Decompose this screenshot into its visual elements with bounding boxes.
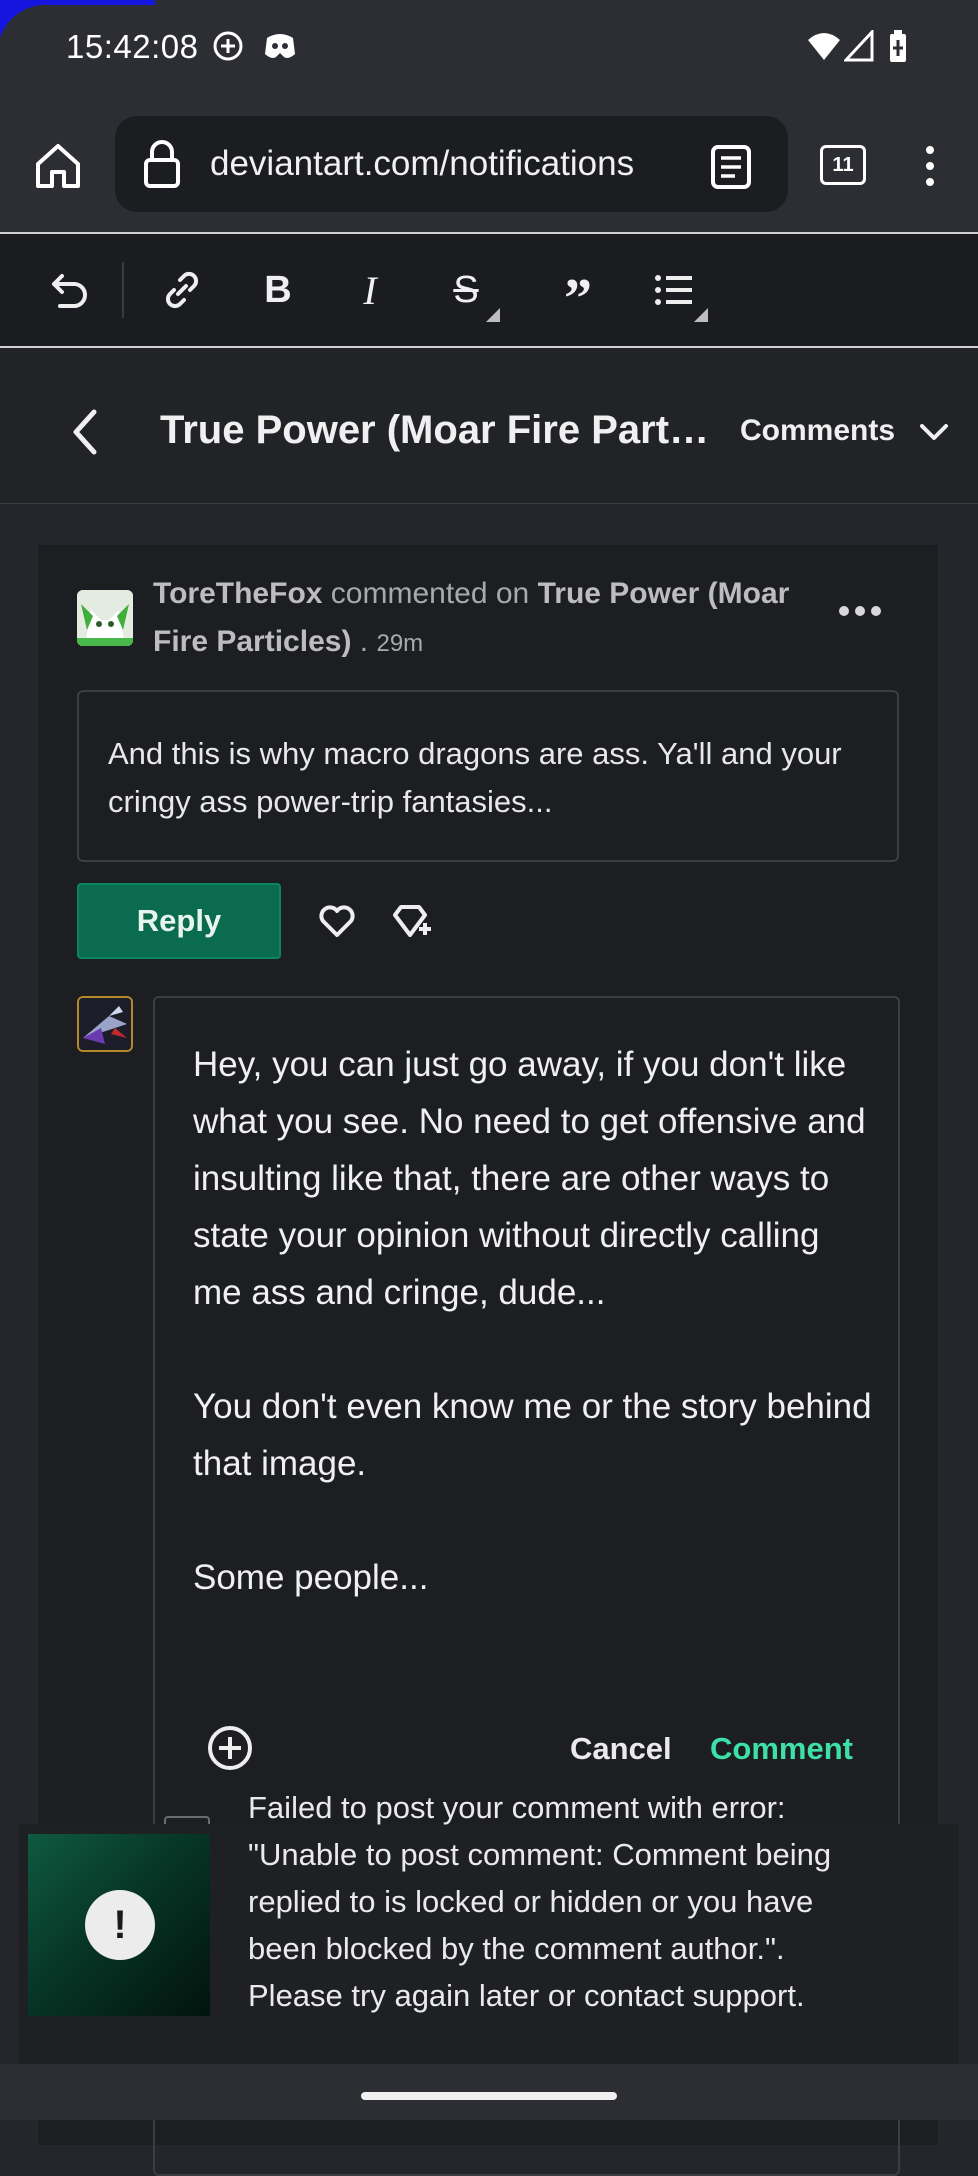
home-icon[interactable] — [32, 140, 84, 192]
status-time: 15:42:08 — [66, 28, 199, 65]
dropdown-corner-icon — [486, 308, 500, 322]
award-badge-icon[interactable] — [393, 903, 435, 939]
undo-icon — [52, 274, 87, 308]
toast-message: Failed to post your comment with error: … — [248, 1790, 832, 2013]
discord-icon — [265, 34, 295, 58]
toolbar-divider — [122, 262, 124, 318]
separator-dot: . — [359, 625, 369, 658]
notification-summary: ToreTheFox commented on True Power (Moar… — [153, 570, 793, 668]
comment-text: And this is why macro dragons are ass. Y… — [108, 736, 842, 819]
wifi-icon — [808, 33, 840, 60]
tab-switcher-button[interactable]: 11 — [820, 145, 866, 185]
bold-button[interactable]: B — [252, 264, 304, 316]
url-text[interactable]: deviantart.com/notifications — [210, 144, 634, 184]
cell-signal-icon — [844, 30, 874, 62]
undo-button[interactable] — [44, 264, 96, 316]
back-arrow-icon[interactable] — [66, 404, 102, 460]
reader-mode-icon[interactable] — [710, 144, 752, 190]
gesture-handle[interactable] — [361, 2092, 617, 2100]
heart-icon[interactable] — [318, 903, 356, 939]
more-horizontal-icon[interactable] — [838, 604, 882, 618]
alert-icon: ! — [85, 1890, 155, 1960]
list-button[interactable] — [648, 264, 708, 322]
reply-button[interactable]: Reply — [77, 883, 281, 959]
chevron-down-icon[interactable] — [918, 420, 950, 444]
quote-button[interactable]: ” — [552, 264, 604, 330]
italic-button[interactable]: I — [344, 264, 396, 316]
strikethrough-button[interactable]: S — [440, 264, 500, 322]
more-options-icon[interactable] — [920, 144, 940, 188]
own-avatar[interactable] — [77, 996, 133, 1052]
username-link[interactable]: ToreTheFox — [153, 577, 322, 610]
comments-dropdown[interactable]: Comments — [740, 414, 895, 448]
comment-submit-button[interactable]: Comment — [710, 1731, 853, 1767]
page-title: True Power (Moar Fire Part… — [160, 408, 710, 452]
fox-avatar-image — [77, 590, 133, 646]
battery-icon — [890, 30, 906, 62]
avatar[interactable] — [77, 590, 133, 646]
dropdown-corner-icon — [694, 308, 708, 322]
cancel-button[interactable]: Cancel — [570, 1731, 672, 1767]
lock-icon — [144, 140, 180, 188]
dragon-avatar-image — [79, 998, 131, 1050]
reply-text-input[interactable]: Hey, you can just go away, if you don't … — [193, 1036, 873, 1606]
list-icon — [655, 275, 692, 305]
notification-action: commented on — [330, 577, 530, 610]
add-circle-icon[interactable] — [206, 1724, 254, 1772]
link-button[interactable] — [156, 264, 208, 316]
data-saver-icon — [213, 31, 243, 61]
link-icon — [165, 271, 199, 309]
timestamp: 29m — [376, 630, 424, 657]
